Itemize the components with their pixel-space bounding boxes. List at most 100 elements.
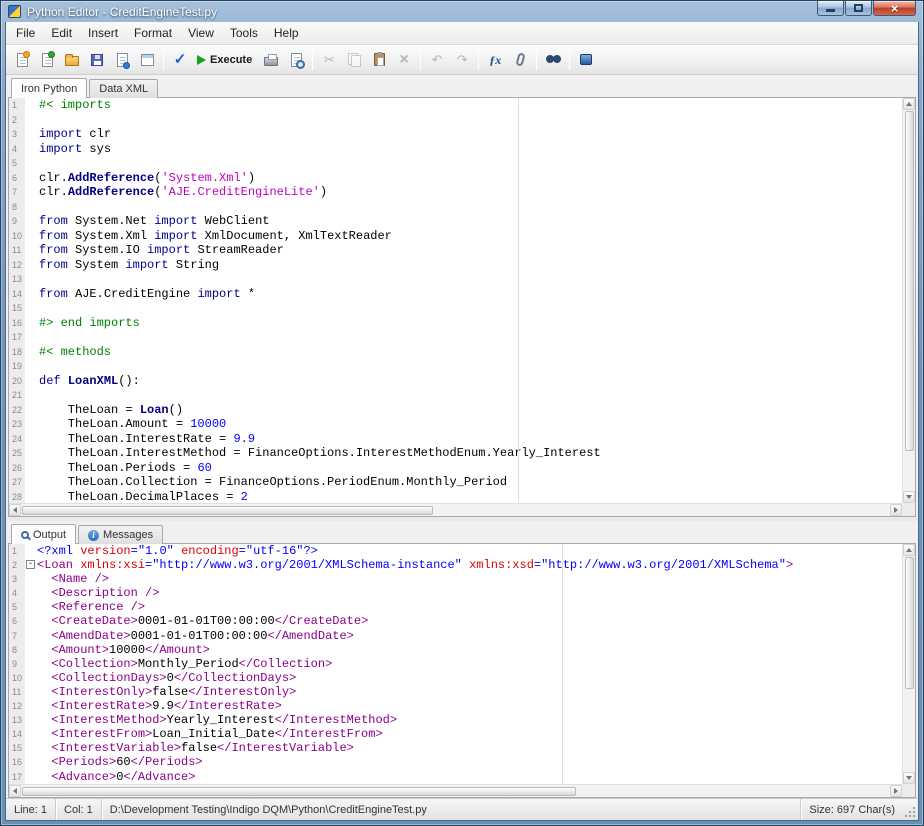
- code-line[interactable]: 7clr.AddReference('AJE.CreditEngineLite'…: [9, 185, 902, 200]
- code-line[interactable]: 15 <InterestVariable>false</InterestVari…: [9, 741, 902, 755]
- code-line[interactable]: 13: [9, 272, 902, 287]
- minimize-button[interactable]: [817, 1, 844, 16]
- code-line[interactable]: 16 <Periods>60</Periods>: [9, 755, 902, 769]
- code-line[interactable]: 6clr.AddReference('System.Xml'): [9, 171, 902, 186]
- find-button[interactable]: [541, 48, 565, 72]
- paste-button[interactable]: [367, 48, 391, 72]
- code-line[interactable]: 11from System.IO import StreamReader: [9, 243, 902, 258]
- code-horizontal-scrollbar[interactable]: [9, 503, 902, 516]
- cut-button[interactable]: ✂: [317, 48, 341, 72]
- code-line[interactable]: 27 TheLoan.Collection = FinanceOptions.P…: [9, 475, 902, 490]
- menu-item-view[interactable]: View: [180, 23, 222, 43]
- tab-data-xml[interactable]: Data XML: [89, 79, 158, 98]
- menu-item-insert[interactable]: Insert: [80, 23, 126, 43]
- save-button[interactable]: [85, 48, 109, 72]
- code-line[interactable]: 25 TheLoan.InterestMethod = FinanceOptio…: [9, 446, 902, 461]
- menu-item-tools[interactable]: Tools: [222, 23, 266, 43]
- code-line[interactable]: 20def LoanXML():: [9, 374, 902, 389]
- scroll-down-button[interactable]: [903, 772, 915, 784]
- code-line[interactable]: 4 <Description />: [9, 586, 902, 600]
- code-line[interactable]: 14from AJE.CreditEngine import *: [9, 287, 902, 302]
- close-button[interactable]: ×: [873, 1, 916, 16]
- code-line[interactable]: 16#> end imports: [9, 316, 902, 331]
- code-area[interactable]: 1#< imports23import clr4import sys56clr.…: [9, 98, 902, 503]
- v-scroll-thumb[interactable]: [905, 111, 914, 451]
- code-line[interactable]: 11 <InterestOnly>false</InterestOnly>: [9, 685, 902, 699]
- code-line[interactable]: 12 <InterestRate>9.9</InterestRate>: [9, 699, 902, 713]
- code-line[interactable]: 8 <Amount>10000</Amount>: [9, 643, 902, 657]
- menu-item-edit[interactable]: Edit: [43, 23, 80, 43]
- code-line[interactable]: 10from System.Xml import XmlDocument, Xm…: [9, 229, 902, 244]
- new-document-button[interactable]: [10, 48, 34, 72]
- output-area[interactable]: 1<?xml version="1.0" encoding="utf-16"?>…: [9, 544, 902, 784]
- code-line[interactable]: 14 <InterestFrom>Loan_Initial_Date</Inte…: [9, 727, 902, 741]
- new-page-button[interactable]: [35, 48, 59, 72]
- code-line[interactable]: 24 TheLoan.InterestRate = 9.9: [9, 432, 902, 447]
- design-button[interactable]: [135, 48, 159, 72]
- code-line[interactable]: 17 <Advance>0</Advance>: [9, 770, 902, 784]
- print-preview-button[interactable]: [284, 48, 308, 72]
- code-line[interactable]: 9 <Collection>Monthly_Period</Collection…: [9, 657, 902, 671]
- delete-button[interactable]: ×: [392, 48, 416, 72]
- code-line[interactable]: 13 <InterestMethod>Yearly_Interest</Inte…: [9, 713, 902, 727]
- tab-output[interactable]: Output: [11, 524, 76, 544]
- code-line[interactable]: 15: [9, 301, 902, 316]
- scroll-right-button[interactable]: [890, 504, 902, 516]
- code-line[interactable]: 1<?xml version="1.0" encoding="utf-16"?>: [9, 544, 902, 558]
- validate-button[interactable]: ✓: [168, 48, 192, 72]
- h-scroll-thumb[interactable]: [22, 787, 576, 796]
- scroll-down-button[interactable]: [903, 491, 915, 503]
- code-line[interactable]: 4import sys: [9, 142, 902, 157]
- code-line[interactable]: 23 TheLoan.Amount = 10000: [9, 417, 902, 432]
- scroll-left-button[interactable]: [9, 785, 21, 797]
- v-scroll-thumb[interactable]: [905, 557, 914, 689]
- export-button[interactable]: [110, 48, 134, 72]
- code-line[interactable]: 26 TheLoan.Periods = 60: [9, 461, 902, 476]
- code-line[interactable]: 1#< imports: [9, 98, 902, 113]
- insert-function-button[interactable]: ƒx: [483, 48, 507, 72]
- open-button[interactable]: [60, 48, 84, 72]
- debug-button[interactable]: [574, 48, 598, 72]
- print-button[interactable]: [259, 48, 283, 72]
- code-line[interactable]: 3 <Name />: [9, 572, 902, 586]
- code-line[interactable]: 21: [9, 388, 902, 403]
- fold-toggle[interactable]: -: [26, 560, 35, 569]
- code-line[interactable]: 22 TheLoan = Loan(): [9, 403, 902, 418]
- menu-item-file[interactable]: File: [8, 23, 43, 43]
- code-line[interactable]: 5: [9, 156, 902, 171]
- code-line[interactable]: 9from System.Net import WebClient: [9, 214, 902, 229]
- scroll-up-button[interactable]: [903, 98, 915, 110]
- code-line[interactable]: 18#< methods: [9, 345, 902, 360]
- code-line[interactable]: 17: [9, 330, 902, 345]
- menu-item-help[interactable]: Help: [266, 23, 307, 43]
- scroll-up-button[interactable]: [903, 544, 915, 556]
- code-line[interactable]: 7 <AmendDate>0001-01-01T00:00:00</AmendD…: [9, 629, 902, 643]
- code-line[interactable]: 3import clr: [9, 127, 902, 142]
- h-scroll-thumb[interactable]: [22, 506, 433, 515]
- menu-item-format[interactable]: Format: [126, 23, 180, 43]
- code-line[interactable]: 12from System import String: [9, 258, 902, 273]
- output-panel[interactable]: 1<?xml version="1.0" encoding="utf-16"?>…: [8, 543, 916, 798]
- attach-button[interactable]: [508, 48, 532, 72]
- redo-button[interactable]: ↷: [450, 48, 474, 72]
- copy-button[interactable]: [342, 48, 366, 72]
- code-line[interactable]: 2-<Loan xmlns:xsi="http://www.w3.org/200…: [9, 558, 902, 572]
- execute-button[interactable]: Execute: [193, 48, 258, 72]
- code-line[interactable]: 10 <CollectionDays>0</CollectionDays>: [9, 671, 902, 685]
- tab-messages[interactable]: iMessages: [78, 525, 163, 544]
- code-line[interactable]: 28 TheLoan.DecimalPlaces = 2: [9, 490, 902, 504]
- output-vertical-scrollbar[interactable]: [902, 544, 915, 784]
- undo-button[interactable]: ↶: [425, 48, 449, 72]
- code-vertical-scrollbar[interactable]: [902, 98, 915, 503]
- resize-grip[interactable]: [903, 799, 918, 820]
- code-line[interactable]: 6 <CreateDate>0001-01-01T00:00:00</Creat…: [9, 614, 902, 628]
- code-line[interactable]: 19: [9, 359, 902, 374]
- scroll-right-button[interactable]: [890, 785, 902, 797]
- code-line[interactable]: 5 <Reference />: [9, 600, 902, 614]
- code-line[interactable]: 8: [9, 200, 902, 215]
- code-editor[interactable]: 1#< imports23import clr4import sys56clr.…: [8, 97, 916, 517]
- title-bar[interactable]: Python Editor - CreditEngineTest.py ×: [5, 1, 919, 22]
- code-line[interactable]: 2: [9, 113, 902, 128]
- maximize-button[interactable]: [845, 1, 872, 16]
- tab-iron-python[interactable]: Iron Python: [11, 78, 87, 98]
